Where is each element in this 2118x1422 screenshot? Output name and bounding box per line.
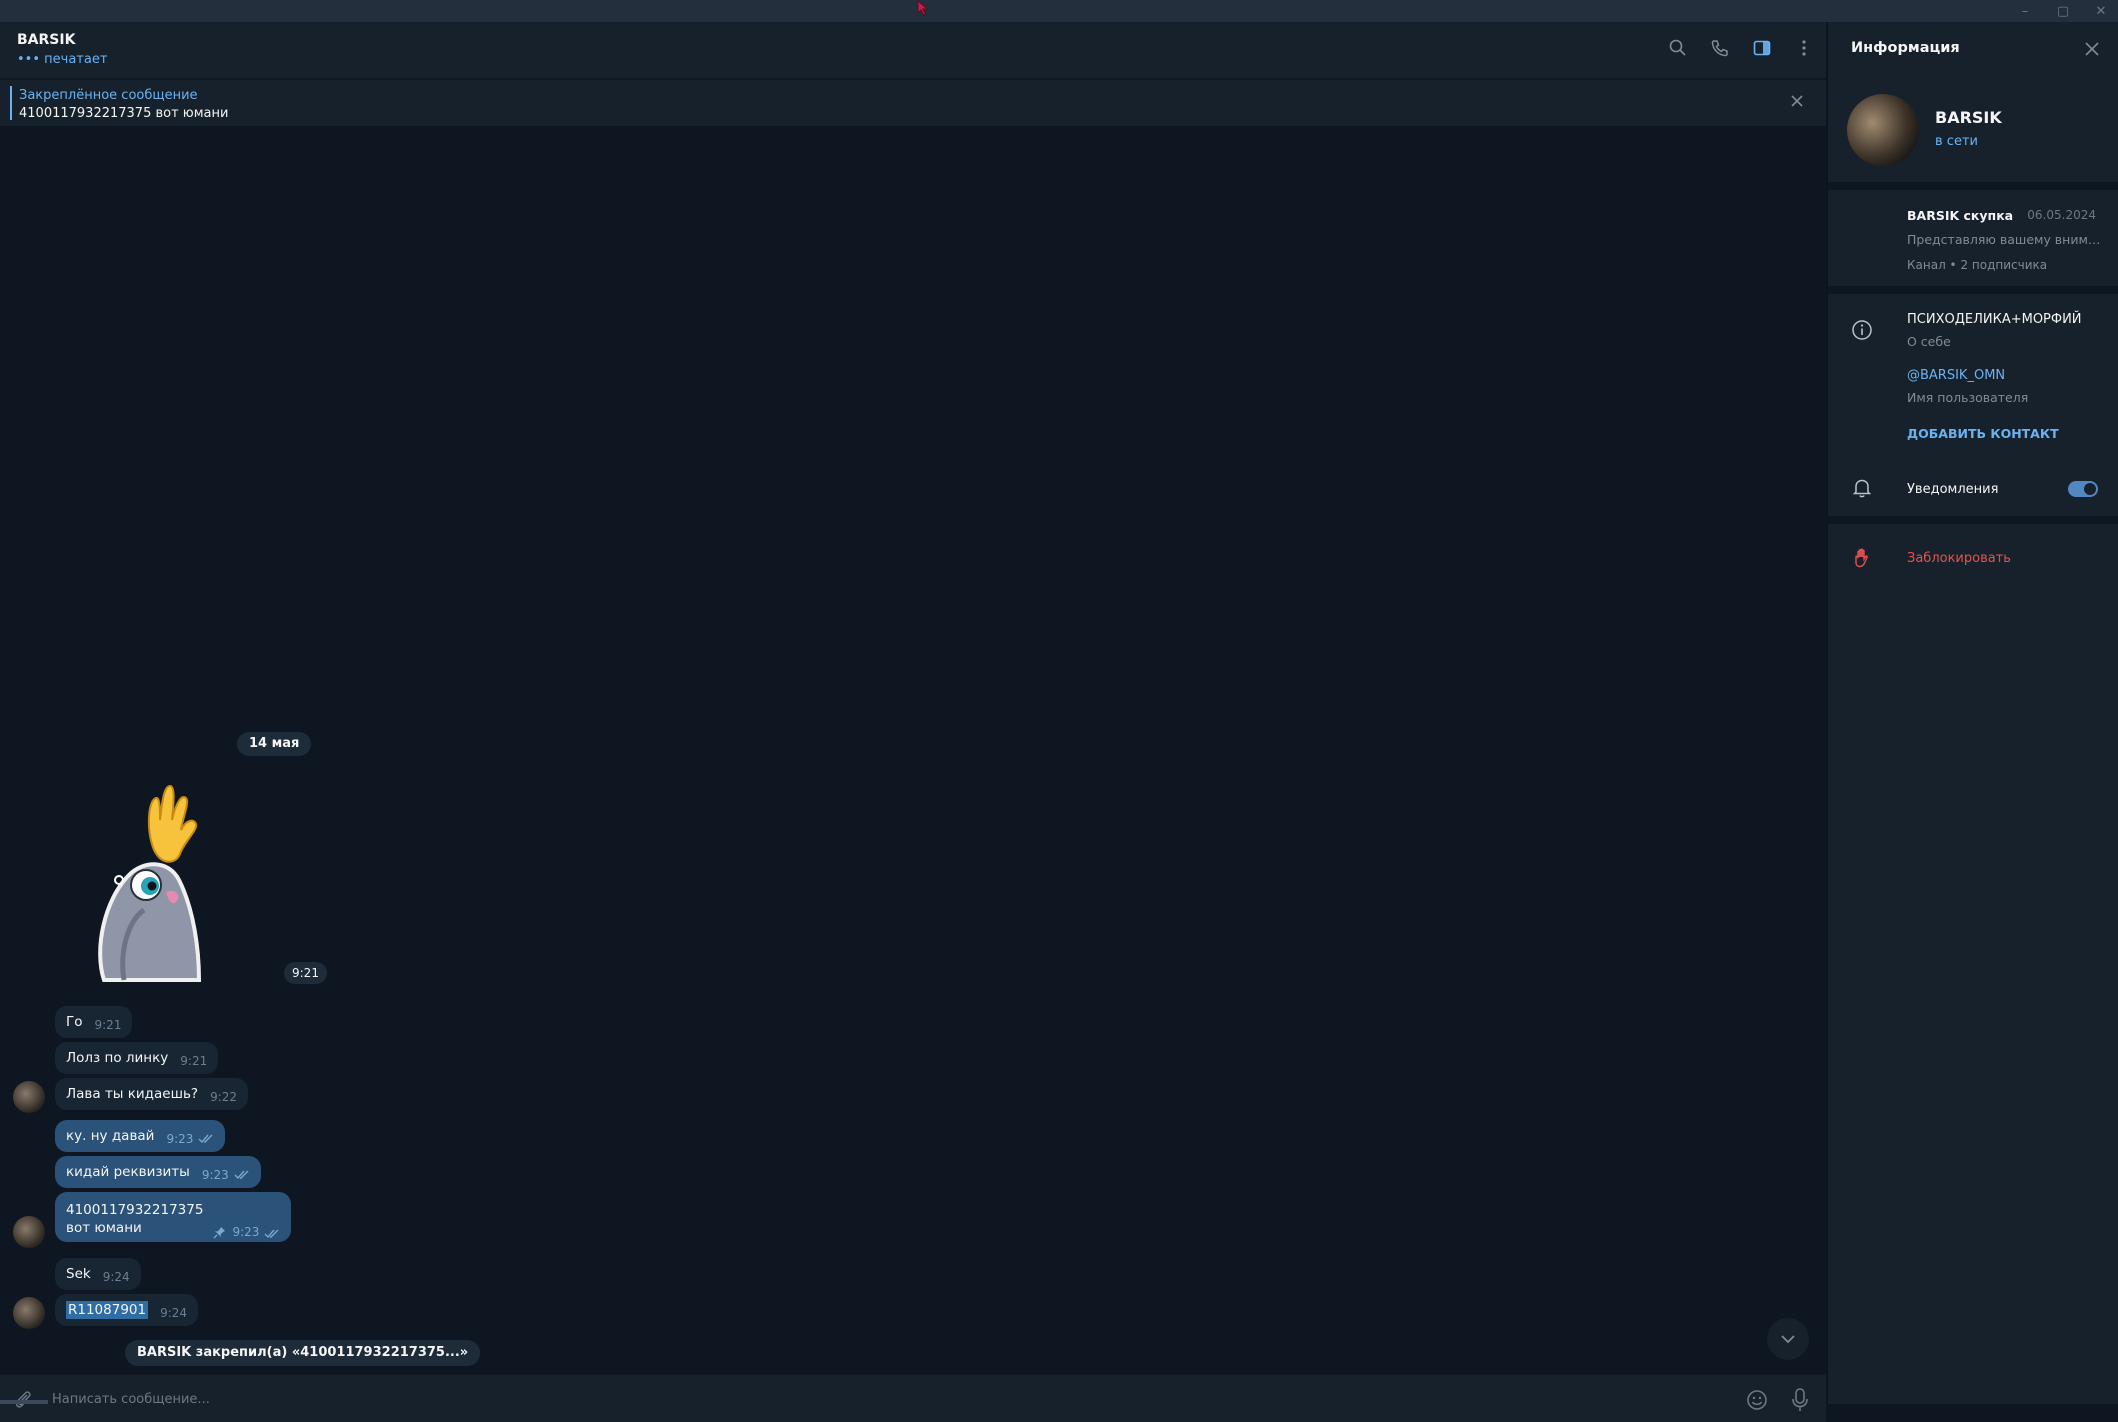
message-text: Лолз по линку bbox=[66, 1050, 169, 1066]
header-actions bbox=[1668, 38, 1814, 58]
message-time: 9:24 bbox=[160, 1306, 188, 1320]
chat-title[interactable]: BARSIK bbox=[17, 32, 75, 48]
section-divider bbox=[1828, 182, 2118, 190]
message-text-selected[interactable]: R11087901 bbox=[66, 1301, 149, 1319]
notifications-toggle[interactable] bbox=[2068, 481, 2098, 497]
message-incoming[interactable]: Лолз по линку 9:21 bbox=[55, 1042, 219, 1074]
block-user-button[interactable]: Заблокировать bbox=[1907, 551, 2011, 566]
bio-label: О себе bbox=[1907, 334, 1951, 349]
avatar[interactable] bbox=[13, 1081, 45, 1113]
double-check-icon bbox=[198, 1134, 213, 1144]
restore-button[interactable]: ▢ bbox=[2054, 4, 2072, 19]
info-icon bbox=[1852, 320, 1872, 340]
channel-subtitle: Канал • 2 подписчика bbox=[1907, 258, 2048, 272]
channel-date: 06.05.2024 bbox=[2027, 208, 2096, 222]
message-time: 9:23 bbox=[201, 1168, 229, 1182]
message-incoming[interactable]: Sek 9:24 bbox=[55, 1258, 141, 1290]
pinned-title: Закреплённое сообщение bbox=[19, 88, 198, 103]
profile-name: BARSIK bbox=[1935, 108, 2002, 127]
sidebar-toggle-icon[interactable] bbox=[1752, 38, 1772, 58]
phone-icon[interactable] bbox=[1710, 38, 1730, 58]
close-icon[interactable] bbox=[2083, 40, 2101, 58]
online-status: в сети bbox=[1935, 134, 1978, 149]
typing-status: ••• печатает bbox=[17, 52, 108, 67]
message-time: 9:21 bbox=[180, 1054, 208, 1068]
pinned-accent-bar bbox=[10, 86, 12, 120]
message-text: вот юмани bbox=[66, 1220, 142, 1236]
message-incoming[interactable]: Лава ты кидаешь? 9:22 bbox=[55, 1078, 249, 1110]
minimize-button[interactable]: – bbox=[2016, 4, 2034, 19]
double-check-icon bbox=[264, 1229, 279, 1239]
bottom-edge-strip bbox=[0, 1400, 48, 1404]
message-outgoing[interactable]: кидай реквизиты 9:23 bbox=[55, 1156, 261, 1188]
username-label: Имя пользователя bbox=[1907, 390, 2029, 405]
add-contact-button[interactable]: ДОБАВИТЬ КОНТАКТ bbox=[1907, 426, 2059, 441]
info-panel: Информация BARSIK в сети BARSIK скупка 0… bbox=[1827, 22, 2118, 1404]
avatar[interactable] bbox=[13, 1297, 45, 1329]
message-incoming[interactable]: Го 9:21 bbox=[55, 1006, 133, 1038]
message-time: 9:22 bbox=[210, 1090, 238, 1104]
chat-header[interactable]: BARSIK ••• печатает bbox=[0, 22, 1826, 79]
channel-preview: Представляю вашему внима... bbox=[1907, 232, 2102, 247]
message-text: Лава ты кидаешь? bbox=[66, 1086, 199, 1102]
service-message[interactable]: BARSIK закрепил(а) «4100117932217375...» bbox=[125, 1340, 481, 1366]
pinned-message-bar[interactable]: Закреплённое сообщение 4100117932217375 … bbox=[0, 80, 1826, 126]
message-time: 9:21 bbox=[94, 1018, 122, 1032]
message-composer bbox=[0, 1374, 1826, 1422]
message-time: 9:24 bbox=[102, 1270, 130, 1284]
message-time: 9:23 bbox=[166, 1132, 194, 1146]
scroll-down-button[interactable] bbox=[1767, 1318, 1809, 1360]
notifications-label: Уведомления bbox=[1907, 482, 1999, 497]
emoji-icon[interactable] bbox=[1745, 1388, 1769, 1412]
message-input[interactable] bbox=[52, 1387, 1712, 1411]
pinned-text: 4100117932217375 вот юмани bbox=[19, 106, 229, 121]
message-text: Sek bbox=[66, 1266, 91, 1282]
mouse-cursor-icon bbox=[917, 0, 929, 16]
message-incoming[interactable]: R11087901 9:24 bbox=[55, 1294, 199, 1326]
close-icon[interactable] bbox=[1788, 92, 1806, 110]
message-text: ку. ну давай bbox=[66, 1128, 155, 1144]
section-divider bbox=[1828, 286, 2118, 294]
search-icon[interactable] bbox=[1668, 38, 1688, 58]
info-header: Информация bbox=[1828, 22, 2118, 74]
message-text: 4100117932217375 bbox=[66, 1202, 204, 1218]
pin-icon bbox=[213, 1227, 226, 1239]
message-text: Го bbox=[66, 1014, 83, 1030]
bio-value: ПСИХОДЕЛИКА+МОРФИЙ bbox=[1907, 312, 2082, 327]
block-hand-icon bbox=[1855, 548, 1868, 568]
date-separator: 14 мая bbox=[237, 732, 312, 756]
message-text: кидай реквизиты bbox=[66, 1164, 190, 1180]
window-controls: – ▢ ✕ bbox=[2016, 0, 2110, 22]
avatar[interactable] bbox=[13, 1216, 45, 1248]
double-check-icon bbox=[234, 1170, 249, 1180]
section-divider bbox=[1828, 516, 2118, 524]
waving-seal-sticker[interactable] bbox=[84, 780, 234, 990]
close-window-button[interactable]: ✕ bbox=[2092, 4, 2110, 19]
more-menu-icon[interactable] bbox=[1794, 38, 1814, 58]
window-titlebar: – ▢ ✕ bbox=[0, 0, 2118, 22]
info-title: Информация bbox=[1851, 40, 1960, 56]
username-link[interactable]: @BARSIK_OMN bbox=[1907, 368, 2005, 383]
sticker-time: 9:21 bbox=[284, 962, 327, 984]
message-outgoing-pinned[interactable]: 4100117932217375 вот юмани 9:23 bbox=[55, 1192, 292, 1242]
message-outgoing[interactable]: ку. ну давай 9:23 bbox=[55, 1120, 226, 1152]
microphone-icon[interactable] bbox=[1790, 1387, 1810, 1413]
chat-area: BARSIK ••• печатает Закреплённое сообщен… bbox=[0, 22, 1826, 1422]
chevron-down-icon bbox=[1781, 1335, 1795, 1344]
profile-avatar[interactable] bbox=[1847, 94, 1919, 166]
channel-name: BARSIK скупка bbox=[1907, 208, 2014, 223]
bell-icon bbox=[1852, 479, 1872, 498]
message-time: 9:23 bbox=[232, 1225, 260, 1239]
